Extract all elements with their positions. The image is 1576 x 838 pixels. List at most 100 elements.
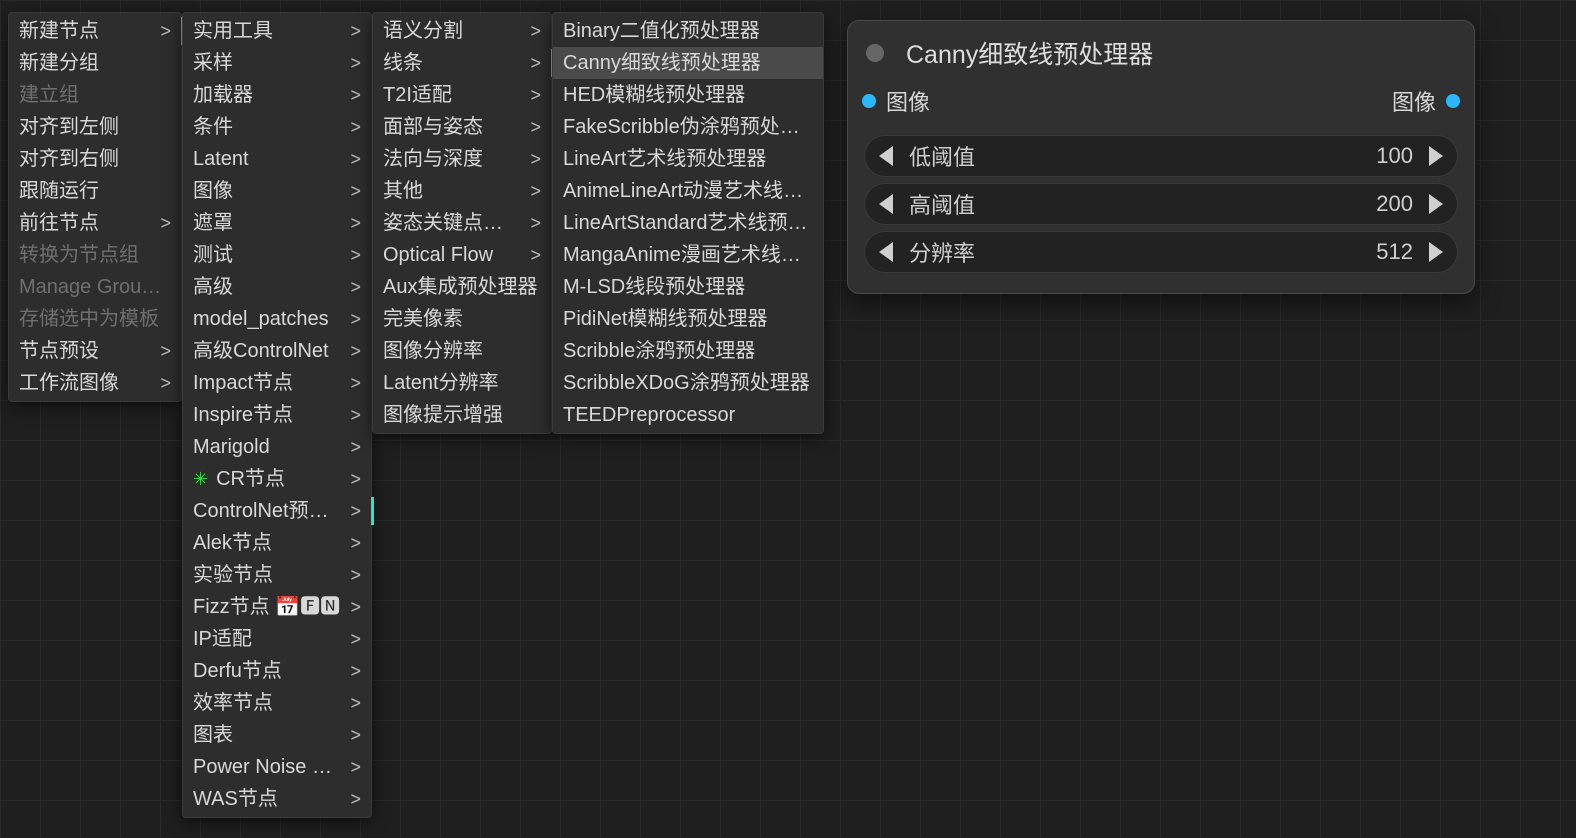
- menu-item[interactable]: 条件>: [183, 111, 371, 143]
- context-menu-subcategories[interactable]: 语义分割>线条>T2I适配>面部与姿态>法向与深度>其他>姿态关键点后处理>Op…: [372, 12, 552, 434]
- menu-item-label: Canny细致线预处理器: [563, 52, 813, 74]
- node-titlebar[interactable]: Canny细致线预处理器: [848, 21, 1474, 81]
- chevron-right-icon: >: [350, 372, 361, 394]
- menu-item[interactable]: Canny细致线预处理器: [553, 47, 823, 79]
- menu-item[interactable]: Alek节点>: [183, 527, 371, 559]
- chevron-right-icon: >: [350, 500, 361, 522]
- increment-icon[interactable]: [1429, 146, 1443, 166]
- increment-icon[interactable]: [1429, 194, 1443, 214]
- menu-item[interactable]: 跟随运行: [9, 175, 181, 207]
- menu-item[interactable]: 线条>: [373, 47, 551, 79]
- menu-item[interactable]: 其他>: [373, 175, 551, 207]
- menu-item-label: 新建分组: [19, 52, 171, 74]
- collapse-dot-icon[interactable]: [866, 44, 884, 62]
- menu-item[interactable]: 工作流图像>: [9, 367, 181, 399]
- menu-item[interactable]: 高级ControlNet>: [183, 335, 371, 367]
- menu-item-label: 遮罩: [193, 212, 342, 234]
- menu-item[interactable]: 图像分辨率: [373, 335, 551, 367]
- menu-item[interactable]: 完美像素: [373, 303, 551, 335]
- menu-item[interactable]: FakeScribble伪涂鸦预处理器: [553, 111, 823, 143]
- menu-item[interactable]: 图像提示增强: [373, 399, 551, 431]
- menu-item[interactable]: Aux集成预处理器: [373, 271, 551, 303]
- menu-item-label: 新建节点: [19, 20, 152, 42]
- menu-item[interactable]: 测试>: [183, 239, 371, 271]
- menu-item[interactable]: TEEDPreprocessor: [553, 399, 823, 431]
- context-menu-items[interactable]: Binary二值化预处理器 Canny细致线预处理器 HED模糊线预处理器FakeS…: [552, 12, 824, 434]
- menu-item[interactable]: 新建分组: [9, 47, 181, 79]
- menu-item[interactable]: PidiNet模糊线预处理器: [553, 303, 823, 335]
- chevron-right-icon: >: [530, 244, 541, 266]
- chevron-right-icon: >: [350, 532, 361, 554]
- menu-item[interactable]: 实用工具>: [183, 15, 371, 47]
- menu-item[interactable]: WAS节点>: [183, 783, 371, 815]
- widget-high-threshold[interactable]: 高阈值 200: [864, 183, 1458, 225]
- menu-item[interactable]: 对齐到右侧: [9, 143, 181, 175]
- menu-item-label: 高级: [193, 276, 342, 298]
- node-panel[interactable]: Canny细致线预处理器 图像 图像 低阈值 100 高阈值 200 分辨率 5…: [847, 20, 1475, 294]
- menu-item[interactable]: 节点预设>: [9, 335, 181, 367]
- chevron-right-icon: >: [530, 84, 541, 106]
- decrement-icon[interactable]: [879, 146, 893, 166]
- menu-item[interactable]: Fizz节点 📅🅵🅽>: [183, 591, 371, 623]
- menu-item[interactable]: Impact节点>: [183, 367, 371, 399]
- menu-item[interactable]: Derfu节点>: [183, 655, 371, 687]
- menu-item[interactable]: 姿态关键点后处理>: [373, 207, 551, 239]
- menu-item[interactable]: Optical Flow>: [373, 239, 551, 271]
- increment-icon[interactable]: [1429, 242, 1443, 262]
- chevron-right-icon: >: [160, 212, 171, 234]
- input-label: 图像: [886, 85, 930, 117]
- menu-item[interactable]: MangaAnime漫画艺术线预处理器: [553, 239, 823, 271]
- chevron-right-icon: >: [350, 468, 361, 490]
- menu-item[interactable]: T2I适配>: [373, 79, 551, 111]
- menu-item[interactable]: 图像>: [183, 175, 371, 207]
- output-slot[interactable]: 图像: [1392, 85, 1460, 117]
- menu-item[interactable]: IP适配>: [183, 623, 371, 655]
- menu-item[interactable]: Inspire节点>: [183, 399, 371, 431]
- menu-item[interactable]: 采样>: [183, 47, 371, 79]
- menu-item[interactable]: Binary二值化预处理器: [553, 15, 823, 47]
- menu-item[interactable]: ControlNet预处理器>: [183, 495, 371, 527]
- widget-low-threshold[interactable]: 低阈值 100: [864, 135, 1458, 177]
- menu-item[interactable]: 高级>: [183, 271, 371, 303]
- menu-item[interactable]: 语义分割>: [373, 15, 551, 47]
- output-dot-icon[interactable]: [1446, 94, 1460, 108]
- menu-item[interactable]: Scribble涂鸦预处理器: [553, 335, 823, 367]
- input-dot-icon[interactable]: [862, 94, 876, 108]
- menu-item[interactable]: ✳CR节点>: [183, 463, 371, 495]
- menu-item-label: model_patches: [193, 308, 342, 330]
- menu-item[interactable]: M-LSD线段预处理器: [553, 271, 823, 303]
- menu-item[interactable]: ScribbleXDoG涂鸦预处理器: [553, 367, 823, 399]
- menu-item[interactable]: LineArt艺术线预处理器: [553, 143, 823, 175]
- menu-item[interactable]: 对齐到左侧: [9, 111, 181, 143]
- chevron-right-icon: >: [350, 52, 361, 74]
- menu-item[interactable]: HED模糊线预处理器: [553, 79, 823, 111]
- menu-item[interactable]: AnimeLineArt动漫艺术线预处理器: [553, 175, 823, 207]
- widget-value[interactable]: 100: [975, 143, 1413, 169]
- menu-item[interactable]: 图表>: [183, 719, 371, 751]
- menu-item[interactable]: 遮罩>: [183, 207, 371, 239]
- context-menu-categories[interactable]: 实用工具>采样>加载器>条件>Latent>图像>遮罩>测试>高级>model_…: [182, 12, 372, 818]
- menu-item[interactable]: Latent分辨率: [373, 367, 551, 399]
- menu-item[interactable]: 面部与姿态>: [373, 111, 551, 143]
- menu-item[interactable]: 效率节点>: [183, 687, 371, 719]
- menu-item[interactable]: 前往节点>: [9, 207, 181, 239]
- menu-item-label: M-LSD线段预处理器: [563, 276, 813, 298]
- context-menu-root[interactable]: 新建节点>新建分组建立组对齐到左侧对齐到右侧跟随运行前往节点>转换为节点组Man…: [8, 12, 182, 402]
- menu-item[interactable]: model_patches>: [183, 303, 371, 335]
- menu-item[interactable]: 加载器>: [183, 79, 371, 111]
- widget-value[interactable]: 200: [975, 191, 1413, 217]
- menu-item[interactable]: Latent>: [183, 143, 371, 175]
- menu-item-label: Manage Group Nodes: [19, 276, 171, 298]
- menu-item[interactable]: Marigold>: [183, 431, 371, 463]
- menu-item[interactable]: LineArtStandard艺术线预处理器: [553, 207, 823, 239]
- widget-value[interactable]: 512: [975, 239, 1413, 265]
- decrement-icon[interactable]: [879, 194, 893, 214]
- menu-item[interactable]: 法向与深度>: [373, 143, 551, 175]
- widget-resolution[interactable]: 分辨率 512: [864, 231, 1458, 273]
- input-slot[interactable]: 图像: [862, 85, 930, 117]
- decrement-icon[interactable]: [879, 242, 893, 262]
- menu-item[interactable]: Power Noise Suite>: [183, 751, 371, 783]
- chevron-right-icon: >: [350, 84, 361, 106]
- menu-item[interactable]: 实验节点>: [183, 559, 371, 591]
- menu-item[interactable]: 新建节点>: [9, 15, 181, 47]
